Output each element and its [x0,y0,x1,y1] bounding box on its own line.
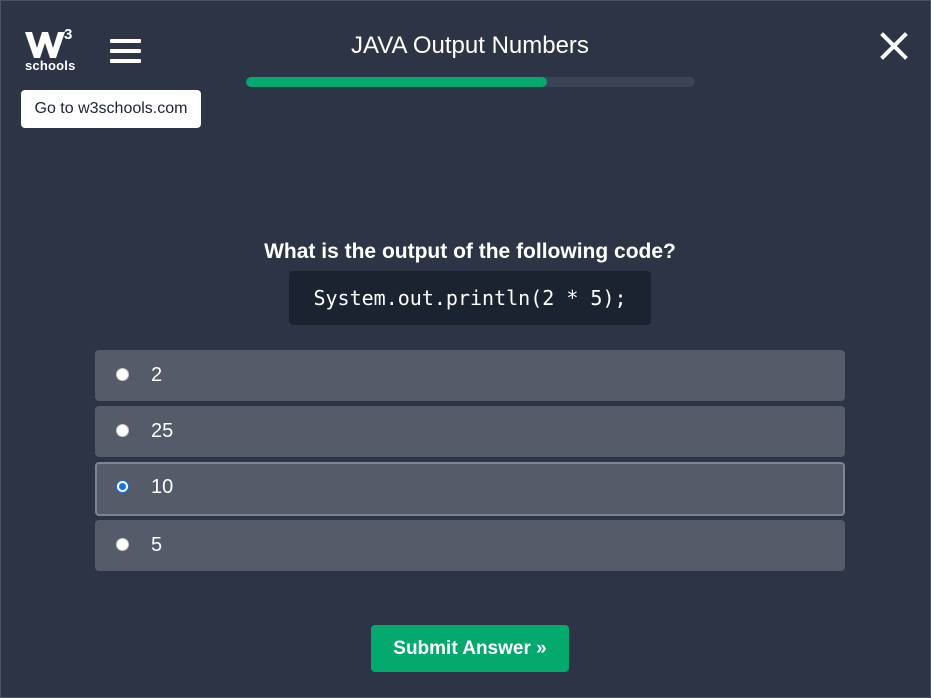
answer-option-2[interactable]: 25 [95,406,845,457]
hamburger-menu-icon[interactable] [110,38,142,64]
question-text: What is the output of the following code… [264,240,676,263]
radio-button[interactable] [116,424,129,437]
radio-button[interactable] [116,368,129,381]
answer-option-1[interactable]: 2 [95,350,845,401]
w3schools-logo-icon: 3 [25,26,72,58]
answer-option-label: 25 [151,420,174,442]
answer-option-label: 2 [151,364,163,386]
answer-option-4[interactable]: 5 [95,520,845,571]
radio-button-selected[interactable] [116,480,129,493]
answer-option-label: 5 [151,534,163,556]
logo-superscript: 3 [64,26,72,43]
close-icon[interactable] [879,31,909,61]
code-snippet: System.out.println(2 * 5); [289,271,651,325]
logo-text: schools [25,58,76,73]
answer-option-label: 10 [151,476,174,498]
page-title: JAVA Output Numbers [351,32,589,59]
quiz-progress-fill [246,77,547,87]
w3schools-logo[interactable]: 3 schools [24,26,78,74]
submit-answer-button[interactable]: Submit Answer » [371,625,569,672]
quiz-progress-bar [246,77,695,87]
answer-option-3[interactable]: 10 [95,462,845,516]
radio-button[interactable] [116,538,129,551]
goto-w3schools-button[interactable]: Go to w3schools.com [21,90,201,128]
